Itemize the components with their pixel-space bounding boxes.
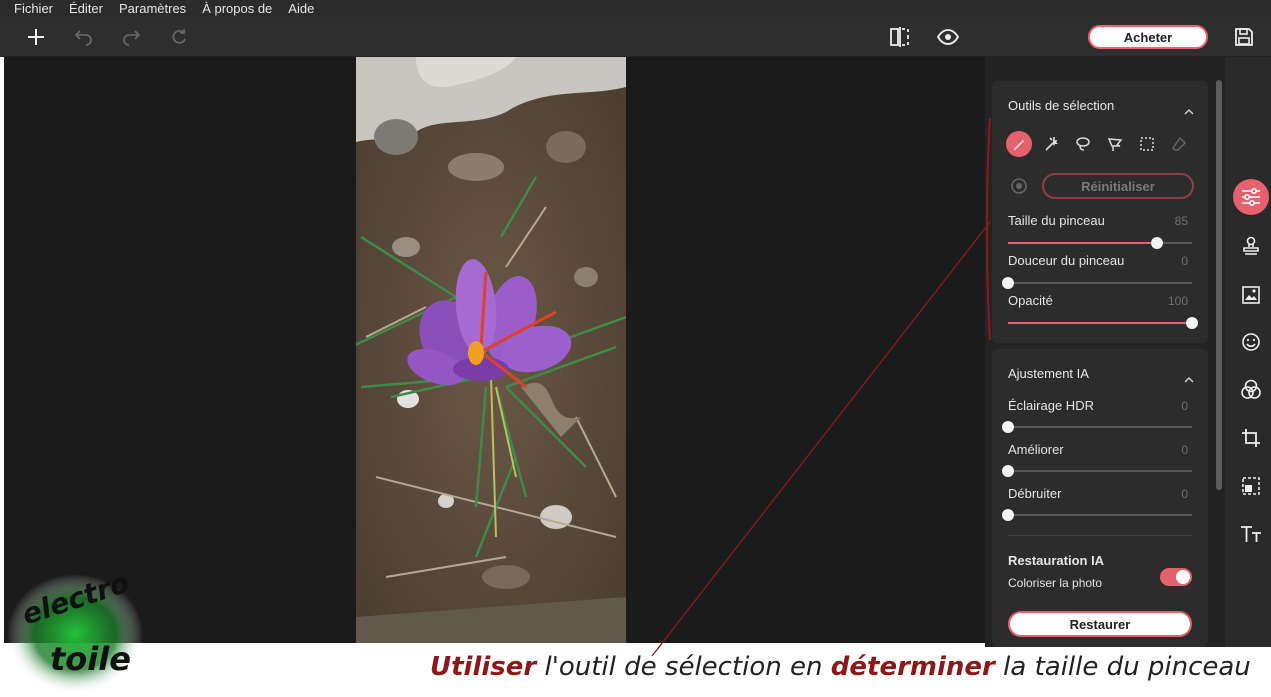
menu-parametres[interactable]: Paramètres xyxy=(111,0,194,17)
crop-icon[interactable] xyxy=(1233,420,1269,456)
tool-rail xyxy=(1225,57,1271,647)
restore-button[interactable]: Restaurer xyxy=(1008,611,1192,637)
brush-size-label: Taille du pinceau xyxy=(1008,213,1105,228)
adjust-sliders-icon[interactable] xyxy=(1233,179,1269,215)
save-icon[interactable] xyxy=(1233,26,1255,48)
menu-aide[interactable]: Aide xyxy=(280,0,322,17)
hdr-lighting-label: Éclairage HDR xyxy=(1008,398,1094,413)
ai-adjustment-card: Ajustement IA Éclairage HDR 0 Améliorer … xyxy=(992,349,1208,647)
eraser-icon[interactable] xyxy=(1166,131,1192,157)
image-icon[interactable] xyxy=(1233,277,1269,313)
opacity-label: Opacité xyxy=(1008,293,1053,308)
plus-icon[interactable] xyxy=(25,26,47,48)
stamp-icon[interactable] xyxy=(1233,228,1269,264)
caption-text-2: la taille du pinceau xyxy=(994,652,1251,682)
invert-selection-icon[interactable] xyxy=(1010,177,1028,195)
enhance-slider[interactable] xyxy=(1002,465,1192,477)
menu-a-propos[interactable]: À propos de xyxy=(194,0,280,17)
color-circles-icon[interactable] xyxy=(1233,372,1269,408)
denoise-label: Débruiter xyxy=(1008,486,1062,501)
menu-fichier[interactable]: Fichier xyxy=(6,0,61,17)
brush-softness-value: 0 xyxy=(1181,254,1188,268)
ai-adjustment-title: Ajustement IA xyxy=(1008,366,1089,381)
hdr-lighting-value: 0 xyxy=(1181,399,1188,413)
image-canvas[interactable] xyxy=(4,57,985,643)
rect-select-icon[interactable] xyxy=(1134,131,1160,157)
panel-scrollbar[interactable] xyxy=(1216,80,1222,490)
refresh-icon[interactable] xyxy=(168,26,190,48)
chevron-up-icon[interactable] xyxy=(1184,102,1194,115)
magic-wand-icon[interactable] xyxy=(1038,131,1064,157)
text-icon[interactable] xyxy=(1233,516,1269,552)
menu-editer[interactable]: Éditer xyxy=(61,0,111,17)
toolbar: Acheter xyxy=(0,17,1271,57)
slider-knob[interactable] xyxy=(1186,317,1198,329)
caption-highlight-1: Utiliser xyxy=(430,652,537,682)
opacity-slider[interactable] xyxy=(1008,317,1198,329)
slider-knob[interactable] xyxy=(1002,509,1014,521)
slider-knob[interactable] xyxy=(1002,277,1014,289)
menu-bar: Fichier Éditer Paramètres À propos de Ai… xyxy=(0,0,1271,17)
resize-icon[interactable] xyxy=(1233,468,1269,504)
undo-icon[interactable] xyxy=(73,26,95,48)
enhance-value: 0 xyxy=(1181,443,1188,457)
ai-restoration-title: Restauration IA xyxy=(1008,553,1105,568)
colorize-label: Coloriser la photo xyxy=(1008,576,1103,590)
slider-knob[interactable] xyxy=(1002,465,1014,477)
caption-text-1: l'outil de sélection en xyxy=(536,652,831,682)
watermark-line2: toile xyxy=(50,640,131,678)
brush-softness-label: Douceur du pinceau xyxy=(1008,253,1125,268)
eye-icon[interactable] xyxy=(937,26,959,48)
divider xyxy=(1008,535,1192,536)
slider-knob[interactable] xyxy=(1151,237,1164,249)
settings-panel: Outils de sélection Réinitialiser Taille… xyxy=(985,57,1225,647)
crocus-photo[interactable] xyxy=(356,57,626,643)
polygon-lasso-icon[interactable] xyxy=(1102,131,1128,157)
enhance-label: Améliorer xyxy=(1008,442,1064,457)
selection-tools-card: Outils de sélection Réinitialiser Taille… xyxy=(992,81,1208,343)
opacity-value: 100 xyxy=(1167,294,1188,308)
colorize-toggle[interactable] xyxy=(1160,568,1192,586)
slider-knob[interactable] xyxy=(1002,421,1014,433)
denoise-value: 0 xyxy=(1181,487,1188,501)
compare-icon[interactable] xyxy=(889,26,911,48)
buy-button[interactable]: Acheter xyxy=(1088,25,1208,49)
brush-size-value: 85 xyxy=(1174,214,1188,228)
face-icon[interactable] xyxy=(1233,324,1269,360)
brush-icon[interactable] xyxy=(1006,131,1032,157)
denoise-slider[interactable] xyxy=(1002,509,1192,521)
hdr-lighting-slider[interactable] xyxy=(1002,421,1192,433)
brush-softness-slider[interactable] xyxy=(1002,277,1192,289)
electrotoile-watermark-logo: electro toile xyxy=(0,566,150,697)
caption-highlight-2: déterminer xyxy=(830,652,995,682)
reset-button[interactable]: Réinitialiser xyxy=(1042,173,1194,199)
chevron-up-icon[interactable] xyxy=(1184,370,1194,383)
tutorial-caption: Utiliser l'outil de sélection en détermi… xyxy=(430,652,1251,682)
selection-tools-title: Outils de sélection xyxy=(1008,98,1115,113)
redo-icon[interactable] xyxy=(120,26,142,48)
lasso-icon[interactable] xyxy=(1070,131,1096,157)
brush-size-slider[interactable] xyxy=(1008,237,1192,249)
